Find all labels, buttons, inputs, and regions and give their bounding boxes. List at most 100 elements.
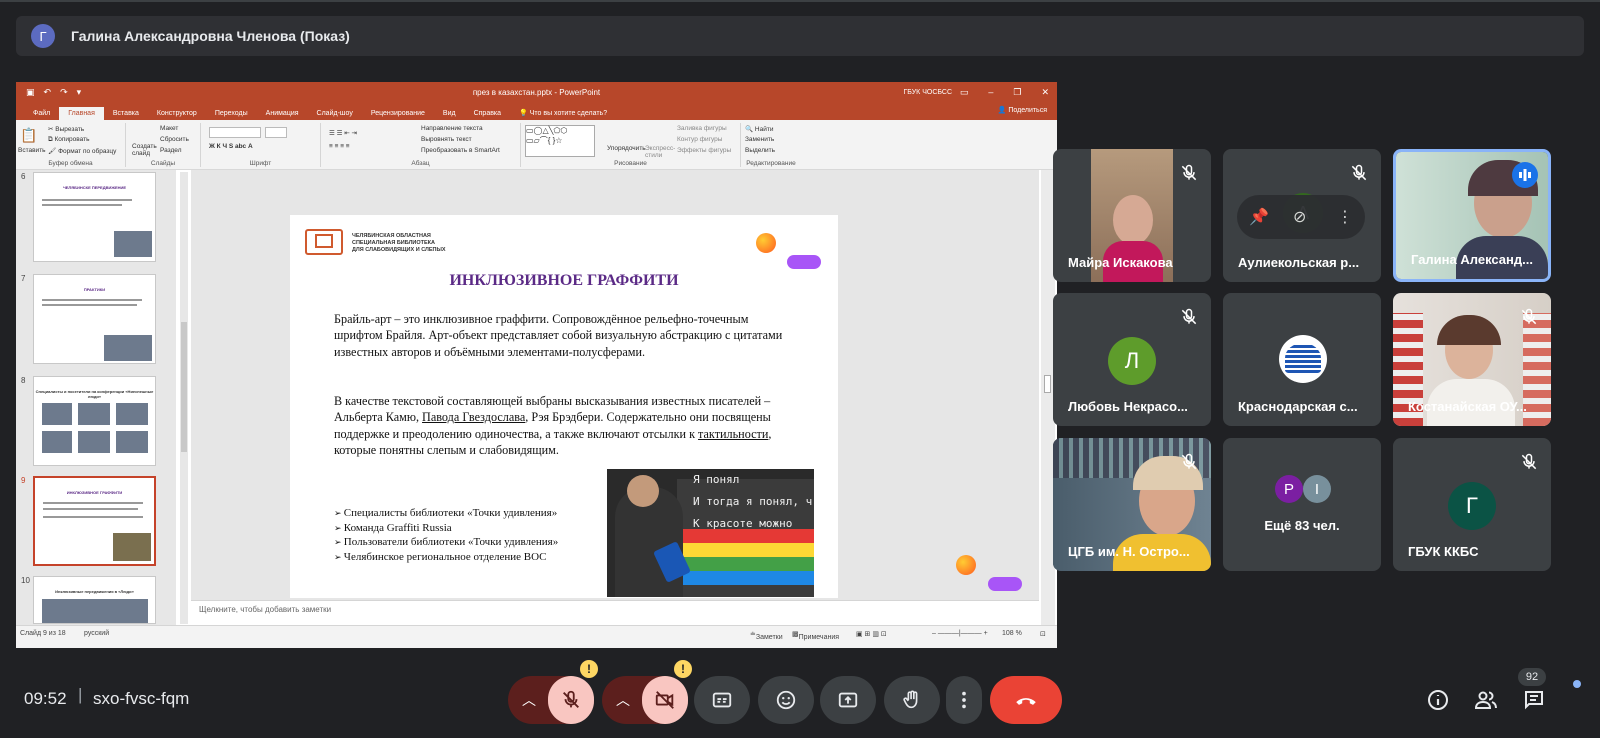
- notes-toggle[interactable]: ≐ Заметки: [750, 630, 783, 641]
- chat-button[interactable]: [1520, 686, 1548, 714]
- ribbon-display-icon[interactable]: ▭: [960, 87, 969, 98]
- close-icon[interactable]: ✕: [1041, 87, 1049, 98]
- slide-thumbnail[interactable]: Инклюзивные передвижения в «Люди»: [33, 576, 156, 624]
- participant-tile[interactable]: Костанайская ОУ...: [1393, 293, 1551, 426]
- share-button[interactable]: 👤 Поделиться: [998, 106, 1047, 114]
- slide-title: ИНКЛЮЗИВНОЕ ГРАФФИТИ: [449, 272, 679, 289]
- reactions-button[interactable]: [758, 676, 814, 724]
- participant-tile[interactable]: Г ГБУК ККБС: [1393, 438, 1551, 571]
- raise-hand-button[interactable]: [884, 676, 940, 724]
- more-options-button[interactable]: [946, 676, 982, 724]
- copy-button[interactable]: ⧉ Копировать: [48, 136, 89, 144]
- quick-styles-button[interactable]: Экспресс-стили: [645, 145, 675, 159]
- new-slide-button[interactable]: Создать слайд: [132, 143, 157, 157]
- tab-file[interactable]: Файл: [24, 107, 59, 120]
- participant-tile[interactable]: Л Любовь Некрасо...: [1053, 293, 1211, 426]
- slide-thumbnail[interactable]: Специалисты и посетители на конференции …: [33, 376, 156, 466]
- mini-avatar: I: [1303, 475, 1331, 503]
- slide-thumbnails[interactable]: 6 ЧЕЛЯБИНСКЕ ПЕРЕДВИЖЕНИЕ 7 ПРАКТИКИ 8 С…: [16, 170, 176, 625]
- smartart-button[interactable]: Преобразовать в SmartArt: [421, 147, 500, 154]
- decor-pill: [988, 577, 1022, 591]
- slide-thumbnail-selected[interactable]: ИНКЛЮЗИВНОЕ ГРАФФИТИ: [33, 476, 156, 566]
- scroll-thumb[interactable]: [1044, 375, 1051, 393]
- font-format-icons[interactable]: Ж К Ч S abc А: [209, 143, 253, 150]
- tab-slideshow[interactable]: Слайд-шоу: [308, 107, 362, 120]
- text-direction-button[interactable]: Направление текста: [421, 125, 483, 132]
- minimize-icon[interactable]: –: [988, 87, 993, 98]
- microphone-control[interactable]: ︿: [508, 676, 594, 724]
- photo-head: [627, 475, 659, 507]
- tab-insert[interactable]: Вставка: [104, 107, 148, 120]
- tab-review[interactable]: Рецензирование: [362, 107, 434, 120]
- camera-toggle-button[interactable]: [642, 676, 688, 724]
- view-buttons[interactable]: ▣ ⊞ ▥ ⊡: [856, 630, 887, 638]
- meeting-details-button[interactable]: [1424, 686, 1452, 714]
- zoom-level[interactable]: 108 %: [1002, 630, 1022, 637]
- tab-transitions[interactable]: Переходы: [206, 107, 257, 120]
- maximize-icon[interactable]: ❐: [1013, 87, 1021, 98]
- cut-button[interactable]: ✂ Вырезать: [48, 125, 84, 133]
- section-button[interactable]: Раздел: [160, 147, 181, 154]
- mute-participant-icon[interactable]: ⊘: [1293, 207, 1306, 227]
- paste-icon[interactable]: 📋: [20, 127, 37, 144]
- notes-pane[interactable]: Щелкните, чтобы добавить заметки: [191, 600, 1039, 625]
- layout-button[interactable]: Макет: [160, 125, 178, 132]
- video-options-chevron-icon[interactable]: ︿: [616, 690, 630, 710]
- paste-button[interactable]: Вставить: [18, 147, 46, 154]
- find-button[interactable]: 🔍 Найти: [745, 125, 773, 133]
- reset-button[interactable]: Сбросить: [160, 136, 189, 143]
- pin-icon[interactable]: 📌: [1249, 207, 1269, 227]
- decor-pill: [787, 255, 821, 269]
- font-family-select[interactable]: [209, 127, 261, 138]
- more-participants-tile[interactable]: P I Ещё 83 чел.: [1223, 438, 1381, 571]
- slide-thumbnail[interactable]: ЧЕЛЯБИНСКЕ ПЕРЕДВИЖЕНИЕ: [33, 172, 156, 262]
- current-slide[interactable]: ЧЕЛЯБИНСКАЯ ОБЛАСТНАЯ СПЕЦИАЛЬНАЯ БИБЛИО…: [290, 215, 838, 598]
- shape-outline-button[interactable]: Контур фигуры: [677, 136, 722, 143]
- info-icon: [1428, 690, 1448, 710]
- align-icons[interactable]: ≡ ≡ ≡ ≡: [329, 143, 350, 150]
- align-text-button[interactable]: Выровнять текст: [421, 136, 472, 143]
- tab-home[interactable]: Главная: [59, 107, 104, 120]
- format-painter-button[interactable]: 🖌 Формат по образцу: [48, 147, 116, 155]
- slide-thumbnail[interactable]: ПРАКТИКИ: [33, 274, 156, 364]
- ppt-account[interactable]: ГБУК ЧОСБСС: [904, 89, 952, 96]
- window-controls[interactable]: ▭ – ❐ ✕: [960, 87, 1049, 98]
- font-size-select[interactable]: [265, 127, 287, 138]
- participant-tile-active-speaker[interactable]: Галина Александ...: [1393, 149, 1551, 282]
- tell-me-search[interactable]: 💡 Что вы хотите сделать?: [510, 106, 616, 120]
- more-options-icon[interactable]: ⋮: [1337, 207, 1353, 227]
- thumb-number: 7: [21, 274, 26, 283]
- camera-control[interactable]: ︿: [602, 676, 688, 724]
- shapes-gallery[interactable]: ▭◯△╲⬠⬡ ▭▱⌒{ }☆: [525, 125, 595, 157]
- tab-animations[interactable]: Анимация: [257, 107, 308, 120]
- ppt-file-title: през в казахстан.pptx - PowerPoint: [472, 87, 601, 97]
- thumbnails-scrollbar[interactable]: [180, 172, 188, 624]
- tab-design[interactable]: Конструктор: [148, 107, 206, 120]
- slide-photo: Я понял И тогда я понял, ч К красоте мож…: [607, 469, 814, 597]
- comments-toggle[interactable]: ▩ Примечания: [792, 630, 839, 641]
- language-indicator[interactable]: русский: [84, 630, 109, 637]
- audio-options-chevron-icon[interactable]: ︿: [522, 690, 536, 710]
- arrange-button[interactable]: Упорядочить: [607, 145, 646, 152]
- people-button[interactable]: [1472, 686, 1500, 714]
- present-screen-button[interactable]: [820, 676, 876, 724]
- fit-slide-icon[interactable]: ⊡: [1040, 630, 1046, 638]
- leave-call-button[interactable]: [990, 676, 1062, 724]
- captions-button[interactable]: [694, 676, 750, 724]
- scroll-thumb[interactable]: [181, 322, 187, 452]
- tab-view[interactable]: Вид: [434, 107, 465, 120]
- participant-name: ГБУК ККБС: [1408, 544, 1479, 559]
- participant-tile[interactable]: Краснодарская с...: [1223, 293, 1381, 426]
- mute-button[interactable]: [548, 676, 594, 724]
- replace-button[interactable]: Заменить: [745, 136, 774, 143]
- list-icons[interactable]: ☰ ☰ ⇤ ⇥: [329, 129, 357, 137]
- shape-fill-button[interactable]: Заливка фигуры: [677, 125, 727, 132]
- emoji-icon: [776, 690, 796, 710]
- select-button[interactable]: Выделить: [745, 147, 775, 154]
- shape-effects-button[interactable]: Эффекты фигуры: [677, 147, 731, 154]
- participant-tile[interactable]: ЦГБ им. Н. Остро...: [1053, 438, 1211, 571]
- participant-tile[interactable]: А 📌 ⊘ ⋮ Аулиекольская р...: [1223, 149, 1381, 282]
- zoom-slider[interactable]: – ———|——— +: [932, 630, 988, 637]
- participant-tile[interactable]: Майра Искакова: [1053, 149, 1211, 282]
- tab-help[interactable]: Справка: [465, 107, 510, 120]
